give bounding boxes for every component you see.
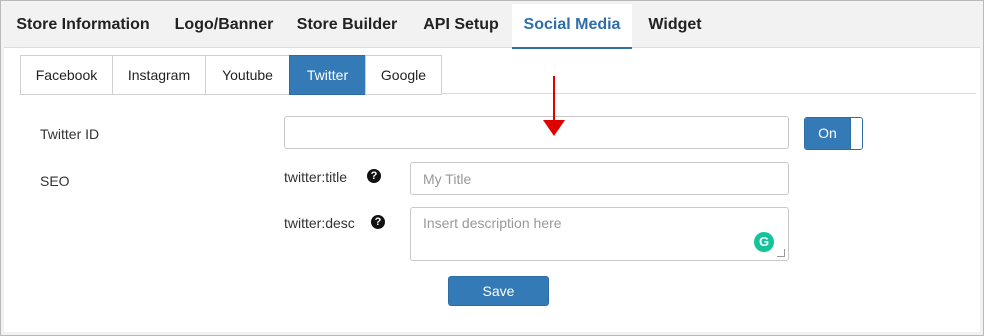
grammarly-icon[interactable]: G: [754, 232, 774, 252]
tab-store-information[interactable]: Store Information: [12, 4, 154, 48]
toggle-on-label: On: [805, 118, 850, 149]
tab-logo-banner[interactable]: Logo/Banner: [169, 4, 279, 48]
top-tab-bar: Store Information Logo/Banner Store Buil…: [4, 4, 980, 49]
subtab-divider: [442, 93, 976, 94]
tab-store-builder[interactable]: Store Builder: [294, 4, 400, 48]
window-frame: Store Information Logo/Banner Store Buil…: [0, 0, 984, 336]
resize-grip-icon[interactable]: [777, 249, 785, 257]
subtab-google[interactable]: Google: [365, 55, 442, 95]
subtab-instagram[interactable]: Instagram: [112, 55, 206, 95]
twitter-id-input[interactable]: [284, 116, 789, 149]
twitter-title-input[interactable]: [410, 162, 789, 195]
seo-label: SEO: [40, 173, 70, 189]
subtab-facebook[interactable]: Facebook: [20, 55, 113, 95]
subtab-twitter[interactable]: Twitter: [289, 55, 366, 95]
save-button[interactable]: Save: [448, 276, 549, 306]
question-circle-icon[interactable]: ?: [367, 169, 381, 183]
twitter-desc-label: twitter:desc: [284, 215, 355, 231]
question-circle-icon[interactable]: ?: [371, 215, 385, 229]
twitter-enable-toggle[interactable]: On: [804, 117, 863, 150]
twitter-desc-textarea[interactable]: [410, 207, 789, 261]
twitter-title-label: twitter:title: [284, 169, 348, 185]
settings-panel: Store Information Logo/Banner Store Buil…: [4, 4, 980, 332]
twitter-id-label: Twitter ID: [40, 126, 100, 142]
tab-widget[interactable]: Widget: [637, 4, 713, 48]
toggle-knob: [850, 118, 862, 149]
tab-api-setup[interactable]: API Setup: [415, 4, 507, 48]
subtab-youtube[interactable]: Youtube: [205, 55, 290, 95]
red-down-arrow-icon: [543, 76, 565, 136]
tab-social-media[interactable]: Social Media: [512, 4, 632, 49]
